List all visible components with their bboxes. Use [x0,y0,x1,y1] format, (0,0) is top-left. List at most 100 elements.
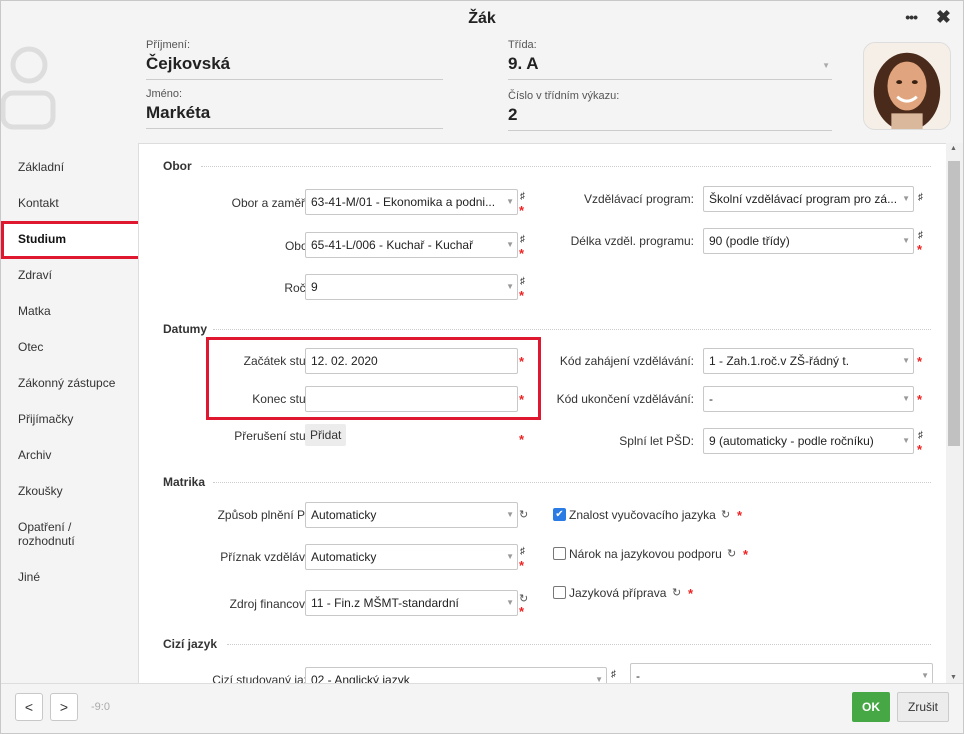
narok-label: Nárok na jazykovou podporu [569,547,722,561]
znalost-checkbox[interactable]: ✔ [553,508,566,521]
record-counter: -9:0 [91,701,110,713]
obor-select[interactable]: 63-41-M/01 - Ekonomika a podni... ▼ [305,189,518,215]
required-icon: * [519,432,525,447]
sidebar-item-otec[interactable]: Otec [18,340,43,354]
cizi-jazyk-second-value: - [636,669,640,683]
kod-ukonceni-value: - [709,392,713,406]
class-field[interactable]: Třída: 9. A ▼ [508,39,832,80]
priznak-value: Automaticky [311,550,377,564]
kod-zahajeni-select[interactable]: 1 - Zah.1.roč.v ZŠ-řádný t. ▼ [703,348,914,374]
obor2-select[interactable]: 65-41-L/006 - Kuchař - Kuchař ▼ [305,232,518,258]
sidebar-item-jine[interactable]: Jiné [18,570,40,584]
user-placeholder-icon [1,46,56,130]
scrollbar-thumb[interactable] [948,161,960,446]
sidebar-item-zakladni[interactable]: Základní [18,160,64,174]
required-icon: * [519,203,525,218]
konec-label: Konec studia: [252,392,325,406]
required-icon: * [519,354,525,369]
sidebar-item-studium[interactable]: Studium [18,232,66,246]
required-icon: * [519,392,525,407]
chevron-down-icon: ▼ [902,236,910,245]
refresh-icon[interactable]: ↻ [672,586,681,599]
program-label: Vzdělávací program: [583,192,694,206]
divider [201,166,931,167]
hash-icon: ♯ [520,546,525,557]
hash-icon: ♯ [918,230,923,241]
cancel-button[interactable]: Zrušit [897,692,949,722]
ok-button[interactable]: OK [852,692,890,722]
class-number-field: Číslo v třídním výkazu: 2 [508,90,832,131]
cizi-jazyk-second-select[interactable]: - ▼ [630,663,933,683]
class-number-value: 2 [508,105,832,131]
sidebar-item-opatreni[interactable]: Opatření / [18,520,71,534]
cizi-jazyk-value: 02 - Anglický jazyk [311,673,410,683]
required-icon: * [917,242,923,257]
splni-select[interactable]: 9 (automaticky - podle ročníku) ▼ [703,428,914,454]
sidebar-item-archiv[interactable]: Archiv [18,448,51,462]
zdroj-select[interactable]: 11 - Fin.z MŠMT-standardní ▼ [305,590,518,616]
hash-icon: ♯ [918,192,923,203]
obor2-value: 65-41-L/006 - Kuchař - Kuchař [311,238,474,252]
priznak-select[interactable]: Automaticky ▼ [305,544,518,570]
kod-zahajeni-value: 1 - Zah.1.roč.v ZŠ-řádný t. [709,354,850,368]
sidebar-item-zkousky[interactable]: Zkoušky [18,484,63,498]
chevron-down-icon: ▼ [506,510,514,519]
class-value: 9. A [508,54,832,80]
rocnik-select[interactable]: 9 ▼ [305,274,518,300]
divider [213,329,931,330]
required-icon: * [737,508,743,523]
section-cizi-jazyk: Cizí jazyk [163,637,218,651]
konec-input[interactable] [305,386,518,412]
scroll-down-icon[interactable]: ▼ [950,674,957,681]
delka-select[interactable]: 90 (podle třídy) ▼ [703,228,914,254]
zpusob-select[interactable]: Automaticky ▼ [305,502,518,528]
chevron-down-icon: ▼ [902,436,910,445]
refresh-icon[interactable]: ↻ [519,508,528,521]
priprava-checkbox[interactable] [553,586,566,599]
hash-icon: ♯ [520,191,525,202]
required-icon: * [519,246,525,261]
zpusob-value: Automaticky [311,508,377,522]
zdroj-value: 11 - Fin.z MŠMT-standardní [311,596,459,610]
chevron-down-icon[interactable]: ▼ [822,61,830,70]
zacatek-input[interactable]: 12. 02. 2020 [305,348,518,374]
sidebar-item-zdravi[interactable]: Zdraví [18,268,52,282]
refresh-icon[interactable]: ↻ [727,547,736,560]
sidebar-item-kontakt[interactable]: Kontakt [18,196,59,210]
chevron-down-icon: ▼ [595,675,603,683]
pridat-button[interactable]: Přidat [305,424,347,446]
hash-icon: ♯ [520,276,525,287]
refresh-icon[interactable]: ↻ [721,508,730,521]
splni-label: Splní let PŠD: [619,434,694,448]
program-select[interactable]: Školní vzdělávací program pro zá... ▼ [703,186,914,212]
close-icon[interactable]: ✖ [936,7,951,28]
cizi-jazyk-select[interactable]: 02 - Anglický jazyk ▼ [305,667,607,683]
zpusob-label: Způsob plnění PŠD: [217,508,325,522]
hash-icon: ♯ [611,669,616,680]
next-button[interactable]: > [50,693,78,721]
hash-icon: ♯ [918,430,923,441]
delka-value: 90 (podle třídy) [709,234,790,248]
surname-value: Čejkovská [146,54,443,80]
scroll-up-icon[interactable]: ▲ [950,145,957,152]
kod-ukonceni-select[interactable]: - ▼ [703,386,914,412]
program-value: Školní vzdělávací program pro zá... [709,192,898,206]
chevron-down-icon: ▼ [902,394,910,403]
znalost-label: Znalost vyučovacího jazyka [569,508,716,522]
narok-checkbox[interactable] [553,547,566,560]
splni-value: 9 (automaticky - podle ročníku) [709,434,874,448]
sidebar-item-opatreni-line2[interactable]: rozhodnutí [18,534,75,548]
more-icon[interactable]: ••• [905,9,918,25]
chevron-down-icon: ▼ [506,552,514,561]
sidebar-item-matka[interactable]: Matka [18,304,51,318]
main-panel: Obor Obor a zaměření: 63-41-M/01 - Ekono… [138,143,946,683]
class-number-label: Číslo v třídním výkazu: [508,90,620,102]
prev-button[interactable]: < [15,693,43,721]
rocnik-value: 9 [311,280,318,294]
chevron-down-icon: ▼ [902,194,910,203]
required-icon: * [519,558,525,573]
required-icon: * [688,586,694,601]
sidebar-item-zakonny-zastupce[interactable]: Zákonný zástupce [18,376,115,390]
sidebar-item-prijimacky[interactable]: Přijímačky [18,412,73,426]
obor-label: Obor a zaměření: [231,196,325,210]
